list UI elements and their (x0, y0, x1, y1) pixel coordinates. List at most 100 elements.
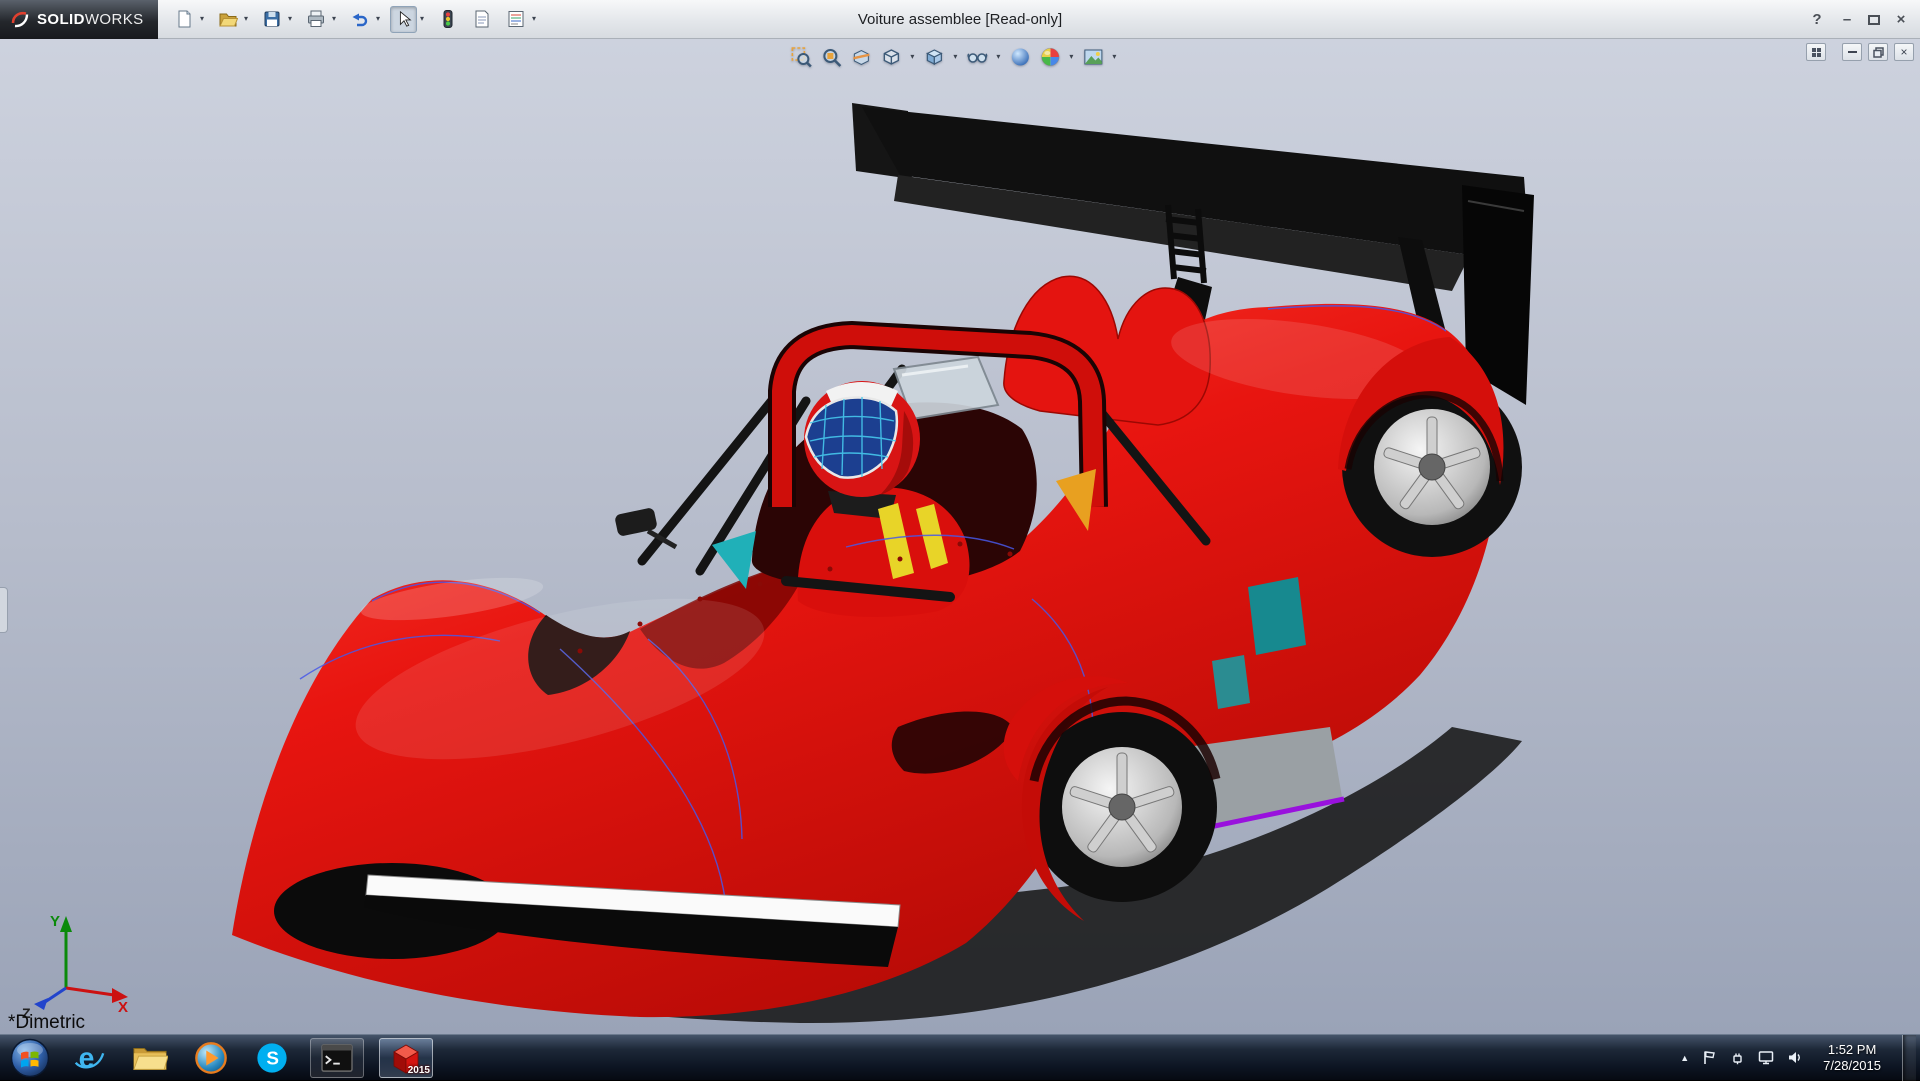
start-button[interactable] (10, 1038, 50, 1078)
apply-scene-icon (1009, 46, 1031, 68)
new-document-dropdown[interactable]: ▾ (197, 14, 207, 24)
display-style-button[interactable] (920, 43, 947, 70)
zoom-to-area-icon (820, 46, 842, 68)
select-dropdown[interactable]: ▾ (417, 14, 427, 24)
show-hidden-icons-button[interactable]: ▲ (1680, 1053, 1689, 1063)
edit-appearance-dropdown[interactable]: ▾ (1066, 52, 1076, 62)
section-view-icon (850, 46, 872, 68)
clock-date: 7/28/2015 (1823, 1058, 1881, 1074)
taskbar: e S (0, 1034, 1920, 1080)
skype-icon: S (255, 1041, 289, 1075)
svg-text:e: e (79, 1042, 95, 1074)
save-button[interactable] (258, 6, 285, 33)
undo-button[interactable] (346, 6, 373, 33)
options-icon (506, 9, 526, 29)
media-player-button[interactable] (188, 1038, 234, 1078)
document-title: Voiture assemblee [Read-only] (858, 0, 1062, 39)
triad-x-label: X (118, 999, 128, 1016)
print-dropdown[interactable]: ▾ (329, 14, 339, 24)
select-cursor-icon (395, 10, 413, 28)
print-button[interactable] (302, 6, 329, 33)
hardware-tray-icon[interactable] (1730, 1050, 1745, 1065)
graphics-viewport[interactable]: ▾ ▾ ▾ (0, 39, 1920, 1034)
view-orientation-icon (880, 46, 902, 68)
print-icon (306, 9, 326, 29)
restore-icon (1873, 47, 1884, 58)
display-style-dropdown[interactable]: ▾ (950, 52, 960, 62)
zoom-to-fit-icon (790, 46, 812, 68)
document-window-controls: × (1806, 43, 1914, 61)
app-brand: SOLIDWORKS (37, 11, 144, 28)
minimize-button[interactable]: – (1838, 11, 1856, 28)
view-toolbar: ▾ ▾ ▾ (787, 43, 1119, 70)
document-close-button[interactable]: × (1894, 43, 1914, 61)
section-view-button[interactable] (847, 43, 874, 70)
car-3d-model[interactable] (0, 39, 1920, 1034)
new-document-icon (174, 9, 194, 29)
windows-explorer-button[interactable] (127, 1038, 173, 1078)
select-button[interactable] (390, 6, 417, 33)
display-tray-icon[interactable] (1758, 1050, 1774, 1065)
clock-time: 1:52 PM (1823, 1042, 1881, 1058)
taskbar-clock[interactable]: 1:52 PM 7/28/2015 (1823, 1042, 1881, 1074)
edit-appearance-button[interactable] (1036, 43, 1063, 70)
pane-layout-button[interactable] (1806, 43, 1826, 61)
apply-scene-button[interactable] (1006, 43, 1033, 70)
folder-icon (132, 1043, 168, 1073)
pane-splitter-handle[interactable] (0, 587, 8, 633)
hide-show-items-dropdown[interactable]: ▾ (993, 52, 1003, 62)
view-settings-dropdown[interactable]: ▾ (1109, 52, 1119, 62)
internet-explorer-button[interactable]: e (66, 1038, 112, 1078)
window-controls: ? – × (1808, 0, 1910, 39)
rebuild-icon (438, 9, 458, 29)
desktop: SOLIDWORKS ▾ ▾ (0, 0, 1920, 1080)
view-settings-button[interactable] (1079, 43, 1106, 70)
document-restore-button[interactable] (1868, 43, 1888, 61)
hide-show-items-button[interactable] (963, 43, 990, 70)
view-orientation-dropdown[interactable]: ▾ (907, 52, 917, 62)
brand-bold: SOLID (37, 11, 85, 28)
close-button[interactable]: × (1892, 11, 1910, 28)
pane-layout-icon (1811, 47, 1822, 58)
file-properties-button[interactable] (468, 6, 495, 33)
view-settings-icon (1082, 46, 1104, 68)
rebuild-button[interactable] (434, 6, 461, 33)
options-dropdown[interactable]: ▾ (529, 14, 539, 24)
view-orientation-label: *Dimetric (8, 1012, 85, 1034)
new-document-button[interactable] (170, 6, 197, 33)
minimize-icon (1848, 51, 1857, 53)
titlebar: SOLIDWORKS ▾ ▾ (0, 0, 1920, 39)
command-prompt-button[interactable] (310, 1038, 364, 1078)
display-style-icon (923, 46, 945, 68)
open-dropdown[interactable]: ▾ (241, 14, 251, 24)
svg-text:S: S (266, 1048, 279, 1069)
undo-dropdown[interactable]: ▾ (373, 14, 383, 24)
document-minimize-button[interactable] (1842, 43, 1862, 61)
command-prompt-icon (320, 1043, 354, 1073)
brand-light: WORKS (85, 11, 144, 28)
volume-tray-icon[interactable] (1787, 1050, 1802, 1065)
internet-explorer-icon: e (72, 1041, 106, 1075)
options-button[interactable] (502, 6, 529, 33)
reference-triad: Y X Z (14, 900, 134, 1020)
solidworks-taskbar-button[interactable]: 2015 (379, 1038, 433, 1078)
save-dropdown[interactable]: ▾ (285, 14, 295, 24)
windows-start-icon (10, 1038, 50, 1078)
media-player-icon (194, 1041, 228, 1075)
solidworks-version-badge: 2015 (408, 1065, 430, 1076)
maximize-button[interactable] (1868, 15, 1880, 25)
show-desktop-button[interactable] (1902, 1035, 1916, 1081)
file-properties-icon (472, 9, 492, 29)
skype-button[interactable]: S (249, 1038, 295, 1078)
help-button[interactable]: ? (1808, 11, 1826, 28)
open-folder-icon (218, 9, 238, 29)
action-center-flag-icon[interactable] (1702, 1050, 1717, 1065)
save-icon (262, 9, 282, 29)
zoom-to-fit-button[interactable] (787, 43, 814, 70)
solidworks-logo: SOLIDWORKS (0, 0, 158, 39)
view-orientation-button[interactable] (877, 43, 904, 70)
zoom-to-area-button[interactable] (817, 43, 844, 70)
open-button[interactable] (214, 6, 241, 33)
solidworks-logo-icon (10, 9, 30, 29)
hide-show-items-icon (966, 46, 988, 68)
